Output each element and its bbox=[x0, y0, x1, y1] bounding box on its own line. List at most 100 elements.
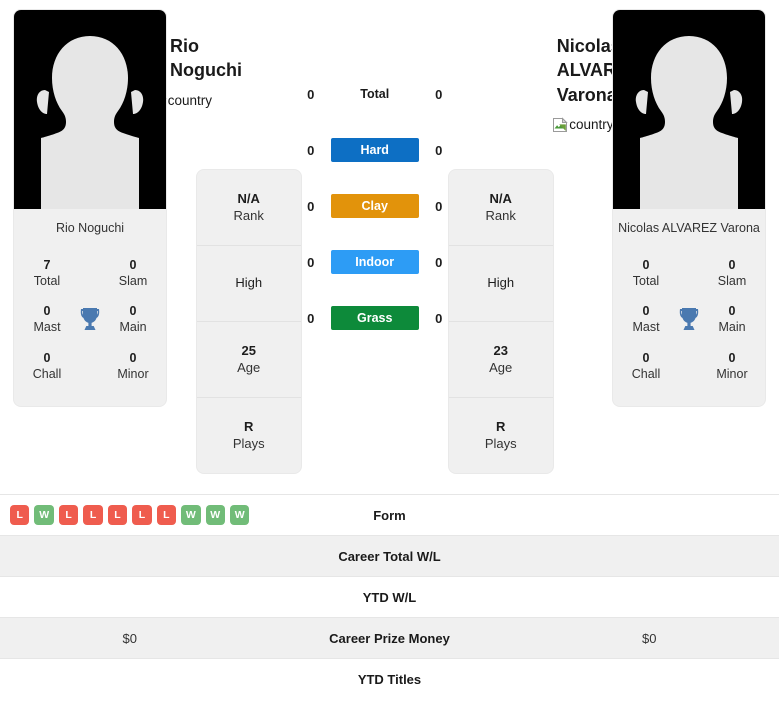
player-info-card-right: N/A Rank High 23 Age R Plays bbox=[448, 170, 553, 473]
surface-count-left: 0 bbox=[307, 198, 315, 214]
info-segment-rank: N/A Rank bbox=[448, 170, 553, 246]
info-value: R bbox=[244, 418, 254, 434]
table-cell-left: $0 bbox=[0, 617, 260, 659]
titles-cell-value: 7 bbox=[43, 257, 51, 272]
table-row: LWLLLLLWWW Form bbox=[0, 494, 779, 536]
table-cell-left bbox=[0, 576, 260, 618]
info-value: R bbox=[496, 418, 506, 434]
surface-badge-hard[interactable]: Hard bbox=[330, 138, 419, 162]
titles-cell-chall: 0 Chall bbox=[623, 350, 669, 383]
titles-cell-minor: 0 Minor bbox=[110, 350, 156, 383]
titles-cell-label: Main bbox=[718, 320, 746, 335]
player-name-block-right: Nicolas ALVAREZ Varona country bbox=[553, 10, 639, 133]
titles-cell-label: Main bbox=[119, 320, 147, 335]
info-label: Rank bbox=[233, 207, 264, 223]
titles-cell-value: 0 bbox=[728, 350, 736, 365]
form-badge-loss: L bbox=[10, 505, 30, 525]
info-value: 23 bbox=[493, 342, 508, 358]
form-badge-win: W bbox=[34, 505, 54, 525]
form-badge-loss: L bbox=[132, 505, 152, 525]
titles-cell-chall: 0 Chall bbox=[24, 350, 70, 383]
info-segment-high: High bbox=[196, 246, 301, 322]
titles-cell-mast: 0 Mast bbox=[623, 303, 669, 336]
trophy-icon bbox=[679, 308, 699, 331]
surface-badge-indoor[interactable]: Indoor bbox=[330, 250, 419, 274]
titles-row: 0 Total 0 Slam bbox=[619, 251, 759, 298]
titles-cell-value: 0 bbox=[43, 350, 51, 365]
surface-row-clay: 0 Clay 0 bbox=[301, 178, 449, 234]
info-label: Age bbox=[489, 359, 513, 375]
titles-cell-label: Minor bbox=[716, 366, 748, 381]
player-photo-card-left: Rio Noguchi 7 Total 0 Slam 0 Mast 0 Main… bbox=[14, 10, 166, 407]
table-cell-right bbox=[519, 535, 779, 577]
info-segment-age: 25 Age bbox=[196, 322, 301, 398]
country-flag-right: country bbox=[553, 117, 614, 133]
comparison-header: Rio Noguchi 7 Total 0 Slam 0 Mast 0 Main… bbox=[0, 0, 779, 494]
info-value: High bbox=[487, 275, 515, 291]
titles-cell-value: 0 bbox=[129, 350, 137, 365]
surface-count-right: 0 bbox=[435, 310, 443, 326]
table-row-label: YTD Titles bbox=[259, 658, 520, 700]
country-alt-text-left: country bbox=[167, 93, 212, 109]
player-photo-right bbox=[613, 10, 765, 209]
table-row-label: Career Total W/L bbox=[259, 535, 520, 577]
titles-cell-value: 0 bbox=[129, 257, 137, 272]
info-segment-rank: N/A Rank bbox=[196, 170, 301, 246]
titles-cell-label: Total bbox=[632, 273, 660, 288]
titles-cell-label: Chall bbox=[32, 366, 62, 381]
info-segment-age: 23 Age bbox=[448, 322, 553, 398]
titles-cell-label: Slam bbox=[118, 273, 148, 288]
titles-cell-main: 0 Main bbox=[110, 303, 156, 336]
info-value: N/A bbox=[489, 190, 512, 206]
table-cell-right-form bbox=[519, 494, 779, 536]
table-row: YTD Titles bbox=[0, 658, 779, 700]
surface-row-grass: 0 Grass 0 bbox=[301, 290, 449, 346]
info-label: Plays bbox=[232, 435, 265, 451]
info-segment-high: High bbox=[448, 246, 553, 322]
table-cell-right bbox=[519, 658, 779, 700]
trophy-slot bbox=[73, 307, 107, 331]
titles-row: 7 Total 0 Slam bbox=[20, 251, 160, 298]
info-label: Age bbox=[237, 359, 261, 375]
table-row-label: Career Prize Money bbox=[259, 617, 520, 659]
form-badge-loss: L bbox=[58, 505, 79, 525]
player-comparison-page: Rio Noguchi 7 Total 0 Slam 0 Mast 0 Main… bbox=[0, 0, 779, 719]
titles-cell-value: 0 bbox=[43, 304, 51, 319]
titles-cell-value: 0 bbox=[642, 350, 650, 365]
surface-row-total: 0 Total 0 bbox=[301, 66, 449, 122]
titles-row: 0 Mast 0 Main bbox=[20, 297, 160, 344]
trophy-icon bbox=[80, 308, 100, 331]
titles-cell-minor: 0 Minor bbox=[709, 350, 755, 383]
titles-cell-value: 0 bbox=[642, 257, 650, 272]
titles-cell-total: 7 Total bbox=[24, 257, 70, 290]
titles-row: 0 Mast 0 Main bbox=[619, 297, 759, 344]
broken-image-icon bbox=[553, 117, 568, 132]
form-badge-loss: L bbox=[107, 505, 128, 525]
surface-label-total: Total bbox=[360, 87, 390, 101]
titles-cell-slam: 0 Slam bbox=[110, 257, 156, 290]
person-silhouette-placeholder-icon bbox=[36, 36, 144, 209]
surface-badge-clay[interactable]: Clay bbox=[330, 194, 419, 218]
surface-badge-grass[interactable]: Grass bbox=[330, 306, 419, 330]
titles-cell-label: Mast bbox=[33, 320, 61, 335]
country-flag-left: country bbox=[151, 92, 212, 109]
table-cell-right: $0 bbox=[519, 617, 779, 659]
titles-cell-label: Mast bbox=[632, 320, 660, 335]
table-cell-right bbox=[519, 576, 779, 618]
form-badge-win: W bbox=[181, 505, 201, 525]
table-row-label: Form bbox=[259, 494, 520, 536]
info-segment-plays: R Plays bbox=[197, 398, 301, 473]
titles-summary-right: 0 Total 0 Slam 0 Mast 0 Main 0 Chall 0 M… bbox=[613, 251, 765, 407]
titles-row: 0 Chall 0 Minor bbox=[20, 344, 160, 391]
surface-count-left: 0 bbox=[307, 142, 315, 158]
surface-count-left: 0 bbox=[307, 254, 315, 270]
player-name-block-left: Rio Noguchi country bbox=[151, 10, 242, 109]
surface-count-left: 0 bbox=[307, 86, 315, 102]
info-segment-plays: R Plays bbox=[449, 398, 553, 473]
surface-count-left: 0 bbox=[307, 310, 315, 326]
titles-cell-mast: 0 Mast bbox=[24, 303, 70, 336]
titles-cell-label: Slam bbox=[717, 273, 747, 288]
titles-cell-slam: 0 Slam bbox=[709, 257, 755, 290]
form-badge-strip: LWLLLLLWWW bbox=[10, 505, 250, 525]
table-row: Career Total W/L bbox=[0, 535, 779, 577]
